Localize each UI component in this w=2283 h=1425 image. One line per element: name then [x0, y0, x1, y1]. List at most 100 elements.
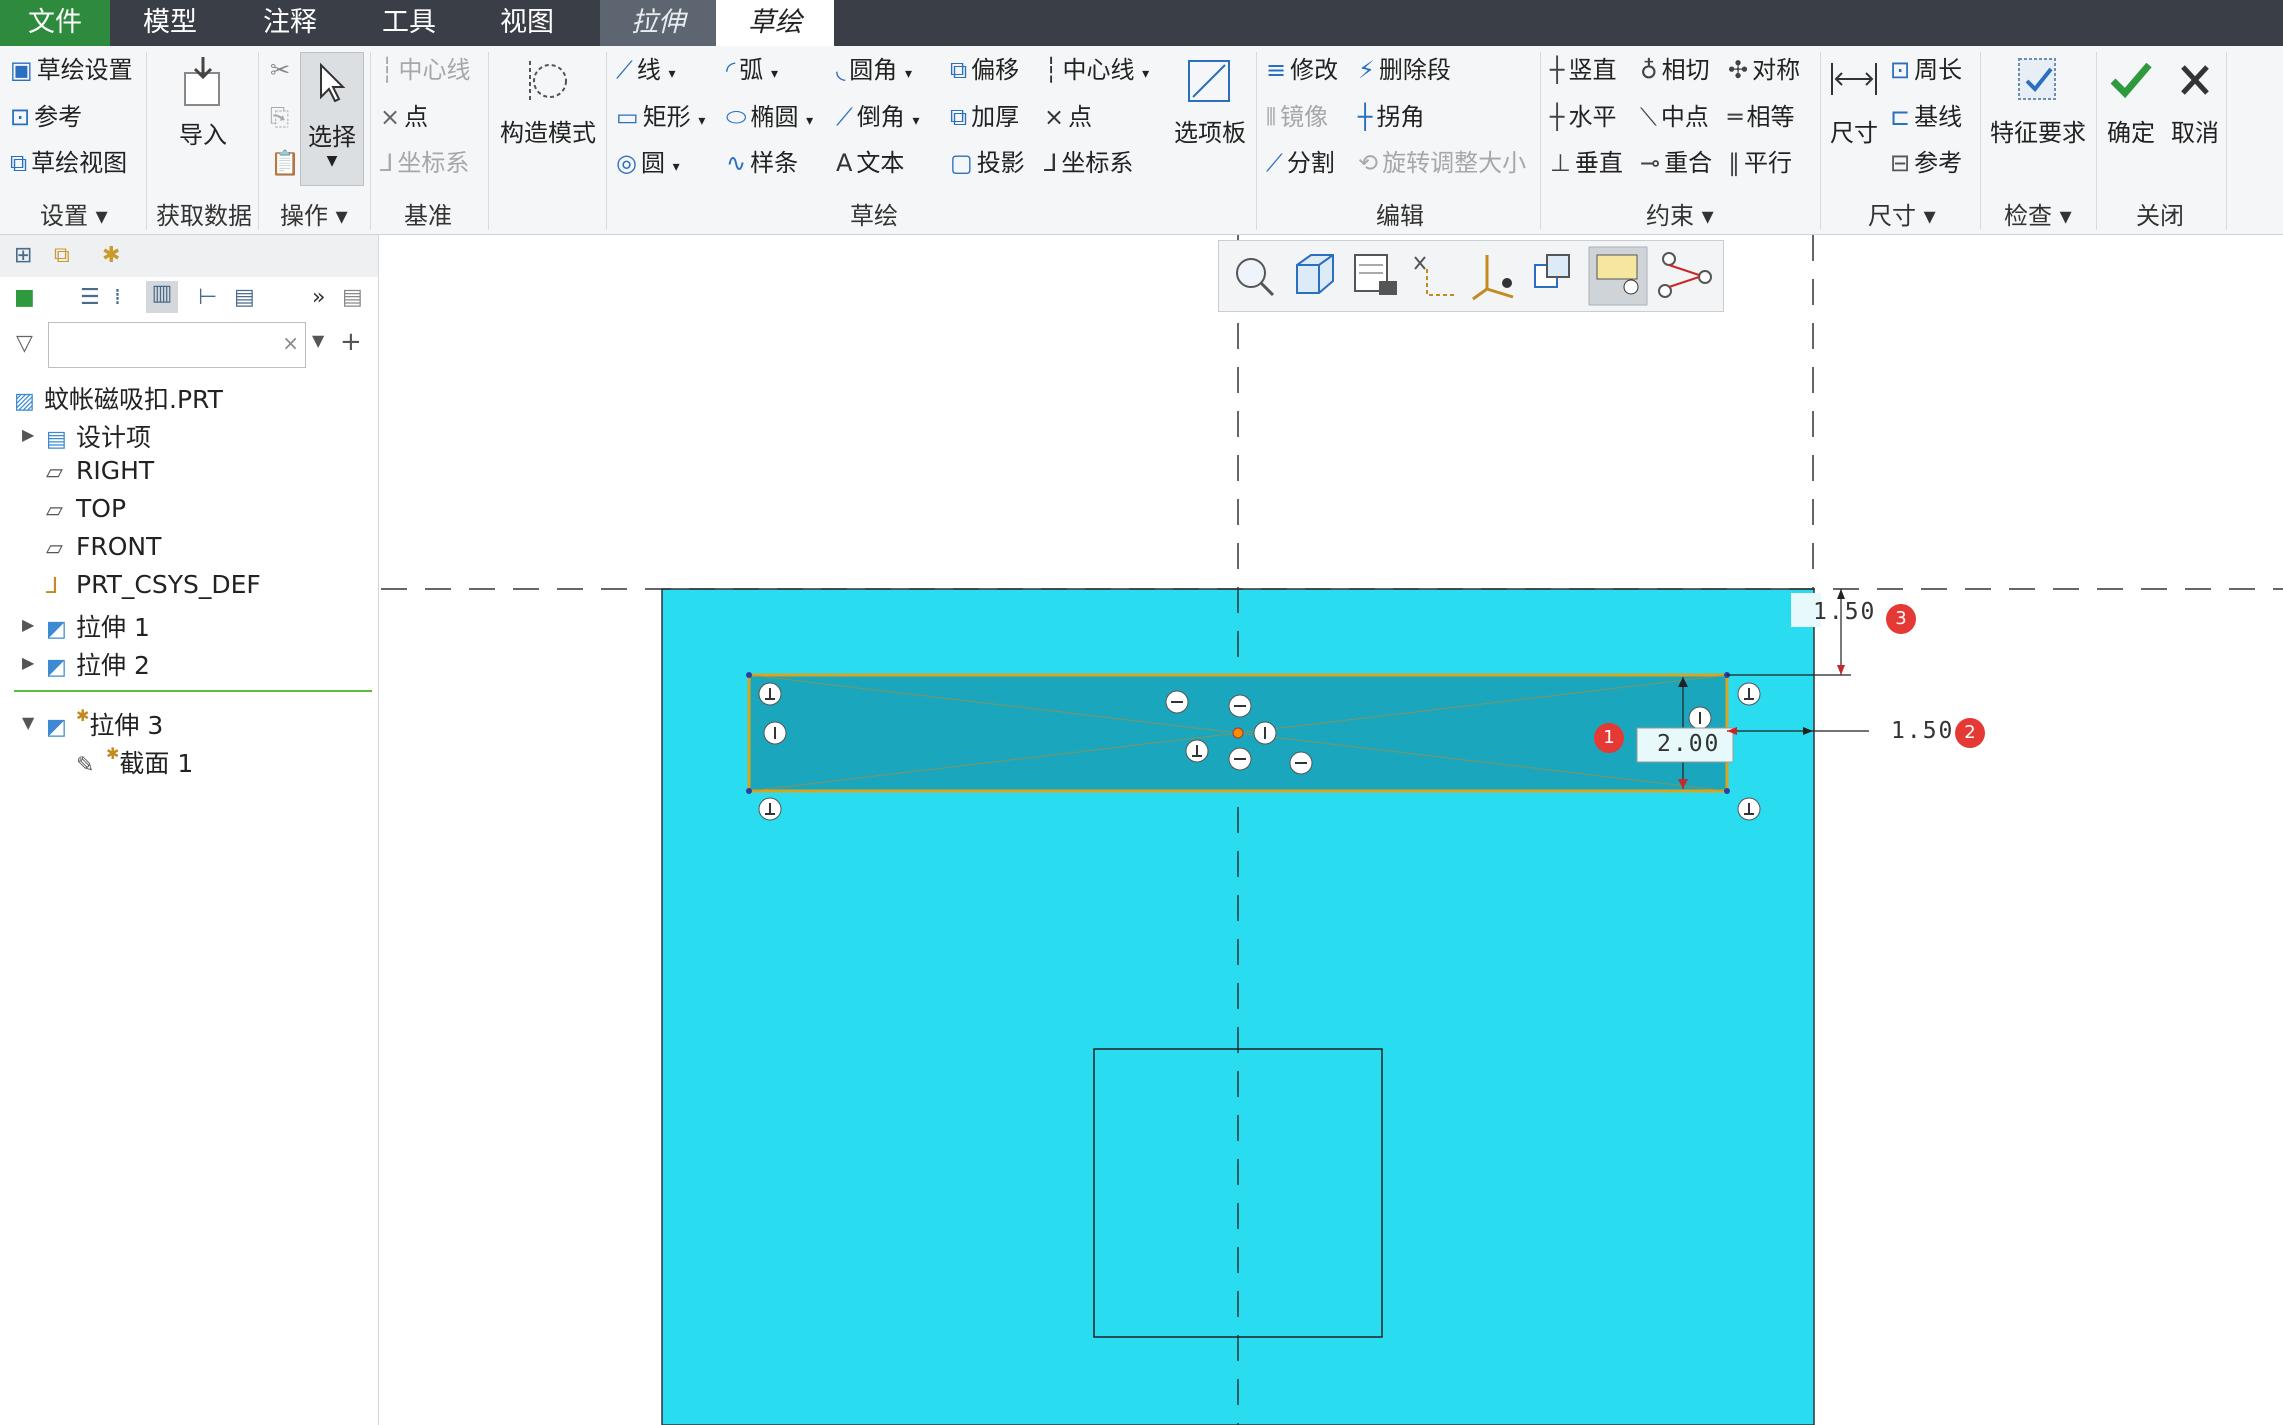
offset-button[interactable]: ⧉ 偏移: [950, 55, 1019, 85]
palette-button[interactable]: 选项板: [1170, 55, 1250, 148]
tangent-constraint-button[interactable]: ♁ 相切: [1640, 55, 1710, 85]
sketch-graphics[interactable]: [381, 235, 2283, 1425]
tree-filter-icon[interactable]: ⊢: [198, 285, 217, 310]
right-dimension-value[interactable]: 1.50: [1891, 718, 1954, 744]
expand-icon[interactable]: ☰: [80, 285, 100, 310]
parallel-constraint-button[interactable]: ∥ 平行: [1728, 148, 1792, 178]
circle-button[interactable]: ◎ 圆 ▾: [616, 148, 680, 182]
line-button[interactable]: ⟋ 线 ▾: [616, 55, 675, 89]
constraint-display-icon[interactable]: [1588, 246, 1648, 306]
sketch-view-button[interactable]: ⧉ 草绘视图: [10, 148, 127, 178]
project-button[interactable]: ▢ 投影: [950, 148, 1025, 178]
baseline-button[interactable]: ⊏ 基线: [1890, 102, 1962, 132]
cancel-button[interactable]: 取消: [2164, 55, 2226, 148]
perpendicular-constraint-button[interactable]: ⊥ 垂直: [1550, 148, 1623, 178]
vertex-display-icon[interactable]: [1655, 251, 1715, 301]
corner-button[interactable]: ┼ 拐角: [1358, 102, 1424, 132]
tab-tools[interactable]: 工具: [350, 0, 468, 46]
select-button[interactable]: 选择 ▼: [300, 52, 364, 186]
perimeter-button[interactable]: ⊡ 周长: [1890, 55, 1962, 85]
spline-button[interactable]: ∿ 样条: [726, 148, 798, 178]
datum-centerline-button[interactable]: ┆ 中心线: [380, 55, 470, 85]
tree-item-section1[interactable]: ✎ ✱截面 1: [76, 744, 193, 780]
layer-tree-tab-icon[interactable]: ⧉: [54, 243, 70, 268]
notes-icon[interactable]: ▤: [342, 285, 363, 310]
graphics-canvas[interactable]: 2.00 1.50 1.50 1 2 3: [381, 235, 2283, 1425]
tree-item-extrude1[interactable]: ◩ 拉伸 1: [46, 608, 150, 644]
chevron-down-icon[interactable]: ▼: [312, 331, 324, 350]
paste-icon[interactable]: 📋: [270, 148, 300, 178]
group-settings[interactable]: 设置 ▾: [40, 196, 108, 231]
tree-item-right[interactable]: ▱ RIGHT: [46, 456, 154, 485]
equal-constraint-button[interactable]: ═ 相等: [1728, 102, 1794, 132]
sketch-csys-button[interactable]: ⅃ 坐标系: [1044, 148, 1133, 178]
datum-csys-button[interactable]: ⅃ 坐标系: [380, 148, 469, 178]
vertical-constraint-button[interactable]: ┼ 竖直: [1550, 55, 1616, 85]
tree-item-extrude2[interactable]: ◩ 拉伸 2: [46, 646, 150, 682]
collapse-arrow-icon[interactable]: ▼: [22, 713, 34, 732]
model-tree-tab-icon[interactable]: ⊞: [14, 243, 32, 268]
view-orientation-icon[interactable]: [1289, 251, 1339, 301]
vertex[interactable]: [746, 788, 752, 794]
copy-icon[interactable]: ⎘: [270, 102, 289, 132]
cut-icon[interactable]: ✂: [270, 55, 290, 85]
tab-extrude[interactable]: 拉伸: [600, 0, 716, 46]
vertex[interactable]: [746, 672, 752, 678]
delete-segment-button[interactable]: ⚡ 删除段: [1358, 55, 1451, 85]
tree-item-csys[interactable]: ⅃ PRT_CSYS_DEF: [46, 570, 261, 599]
tree-root[interactable]: ▨ 蚊帐磁吸扣.PRT: [14, 380, 223, 416]
tree-item-extrude3[interactable]: ◩ ✱拉伸 3: [46, 706, 163, 742]
feature-requirements-button[interactable]: 特征要求: [1986, 55, 2090, 148]
expand-arrow-icon[interactable]: ▶: [22, 425, 34, 444]
fillet-button[interactable]: ◟ 圆角 ▾: [836, 55, 912, 89]
tab-model[interactable]: 模型: [110, 0, 230, 46]
tree-item-front[interactable]: ▱ FRONT: [46, 532, 161, 561]
group-operations[interactable]: 操作 ▾: [280, 196, 348, 231]
tree-settings-icon[interactable]: ▤: [234, 285, 255, 310]
modify-button[interactable]: ≡ 修改: [1266, 55, 1338, 85]
ok-button[interactable]: 确定: [2100, 55, 2162, 148]
ellipse-button[interactable]: ⬭ 椭圆 ▾: [726, 102, 813, 136]
tab-sketch[interactable]: 草绘: [716, 0, 834, 46]
tree-search-input[interactable]: ×: [48, 322, 306, 368]
insert-indicator[interactable]: [14, 690, 372, 692]
collapse-icon[interactable]: ⁞: [114, 285, 121, 310]
rectangle-button[interactable]: ▭ 矩形 ▾: [616, 102, 705, 136]
favorites-tab-icon[interactable]: ✱: [102, 243, 120, 268]
arc-button[interactable]: ◜ 弧 ▾: [726, 55, 778, 89]
sketch-point-button[interactable]: × 点: [1044, 102, 1092, 132]
sketch-setup-button[interactable]: ▣ 草绘设置: [10, 55, 133, 85]
midpoint-constraint-button[interactable]: ⟍ 中点: [1640, 102, 1709, 132]
coincident-constraint-button[interactable]: ⊸ 重合: [1640, 148, 1712, 178]
group-inspect[interactable]: 检查 ▾: [2004, 196, 2072, 231]
more-icon[interactable]: »: [312, 285, 325, 310]
thicken-button[interactable]: ⧉ 加厚: [950, 102, 1019, 132]
sketch-display-icon[interactable]: [1529, 251, 1579, 301]
expand-arrow-icon[interactable]: ▶: [22, 653, 34, 672]
tab-view[interactable]: 视图: [468, 0, 586, 46]
dimension-button[interactable]: 尺寸: [1824, 55, 1884, 148]
sketch-centerline-button[interactable]: ┆ 中心线 ▾: [1044, 55, 1149, 89]
datum-display-icon[interactable]: [1409, 251, 1459, 301]
tree-item-top[interactable]: ▱ TOP: [46, 494, 126, 523]
tab-annotate[interactable]: 注释: [230, 0, 350, 46]
height-dimension-value[interactable]: 2.00: [1657, 731, 1720, 757]
add-icon[interactable]: +: [340, 327, 362, 357]
text-button[interactable]: A 文本: [836, 148, 904, 178]
columns-icon[interactable]: ▥: [146, 281, 178, 313]
csys-display-icon[interactable]: [1469, 251, 1519, 301]
tab-file[interactable]: 文件: [0, 0, 110, 46]
group-constrain[interactable]: 约束 ▾: [1646, 196, 1714, 231]
display-icon[interactable]: ■: [14, 285, 35, 310]
clear-icon[interactable]: ×: [282, 331, 299, 355]
construct-mode-button[interactable]: 构造模式: [496, 55, 600, 148]
import-button[interactable]: 导入: [160, 55, 246, 150]
center-point[interactable]: [1232, 727, 1244, 739]
saved-views-icon[interactable]: [1349, 251, 1399, 301]
horizontal-constraint-button[interactable]: ┼ 水平: [1550, 102, 1616, 132]
group-dimension[interactable]: 尺寸 ▾: [1868, 196, 1936, 231]
rotate-resize-button[interactable]: ⟲ 旋转调整大小: [1358, 148, 1526, 178]
divide-button[interactable]: ⟋ 分割: [1266, 148, 1335, 178]
expand-arrow-icon[interactable]: ▶: [22, 615, 34, 634]
chamfer-button[interactable]: ⟋ 倒角 ▾: [836, 102, 919, 136]
